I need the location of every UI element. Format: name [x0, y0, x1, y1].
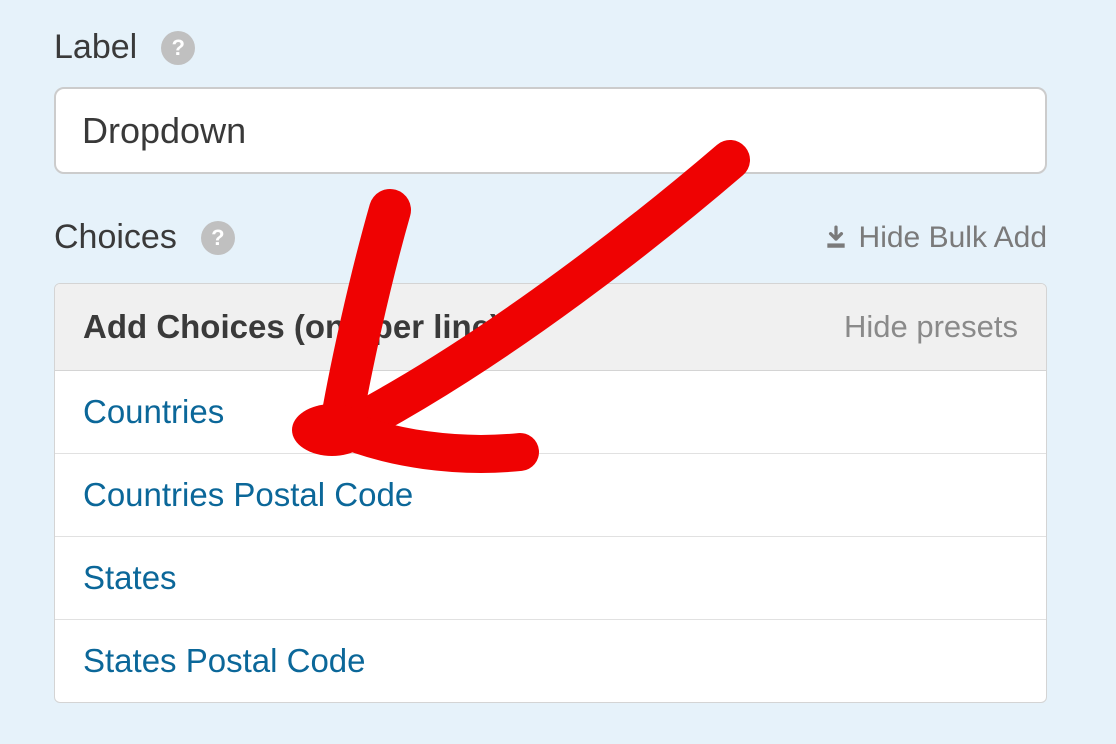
download-icon [823, 225, 849, 251]
help-icon[interactable]: ? [201, 221, 235, 255]
choices-left: Choices ? [54, 218, 235, 257]
preset-item-countries[interactable]: Countries [55, 371, 1046, 454]
choices-header-row: Choices ? Hide Bulk Add [54, 218, 1047, 257]
label-title: Label [54, 28, 137, 67]
preset-item-states-postal-code[interactable]: States Postal Code [55, 620, 1046, 702]
hide-bulk-add-toggle[interactable]: Hide Bulk Add [823, 221, 1047, 255]
label-header-row: Label ? [54, 28, 1062, 67]
panel-header: Add Choices (one per line) Hide presets [55, 284, 1046, 371]
hide-bulk-add-label: Hide Bulk Add [859, 221, 1047, 255]
label-input[interactable] [54, 87, 1047, 174]
panel-title: Add Choices (one per line) [83, 308, 501, 346]
field-options-panel: Label ? Choices ? Hide Bulk Add Add Choi… [0, 0, 1116, 703]
choices-title: Choices [54, 218, 177, 257]
hide-presets-link[interactable]: Hide presets [844, 309, 1018, 345]
help-icon[interactable]: ? [161, 31, 195, 65]
preset-item-countries-postal-code[interactable]: Countries Postal Code [55, 454, 1046, 537]
preset-item-states[interactable]: States [55, 537, 1046, 620]
presets-panel: Add Choices (one per line) Hide presets … [54, 283, 1047, 703]
